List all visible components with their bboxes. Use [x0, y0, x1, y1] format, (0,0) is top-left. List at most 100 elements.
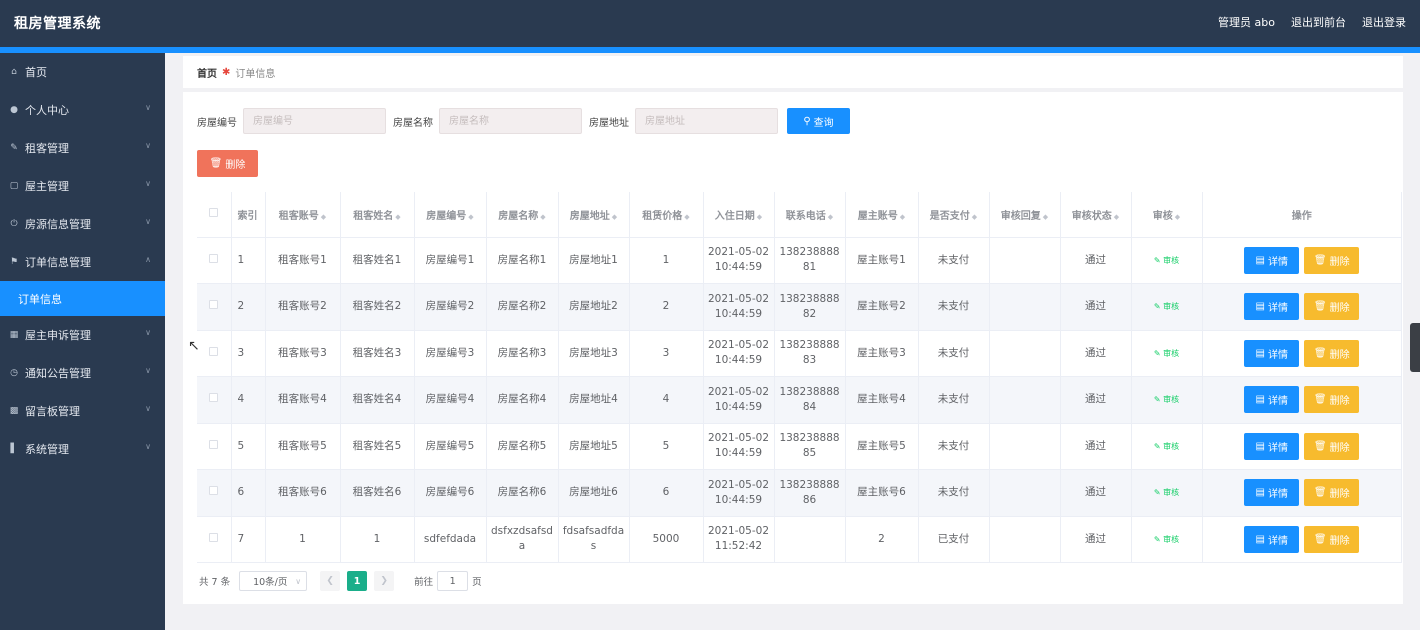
- table-row: 3 租客账号3 租客姓名3 房屋编号3 房屋名称3 房屋地址3 3 2021-05-02 10…: [197, 330, 1402, 377]
- next-page-button[interactable]: ❯: [374, 571, 395, 591]
- delete-button[interactable]: 🗑 删除: [1304, 386, 1360, 414]
- sort-icon[interactable]: ◆: [757, 213, 762, 221]
- sort-icon[interactable]: ◆: [972, 213, 977, 221]
- col-header-paid[interactable]: 是否支付 ◆: [918, 192, 990, 238]
- cell-rent-price: 5: [629, 423, 704, 470]
- detail-button[interactable]: ▤ 详情: [1244, 246, 1300, 274]
- cell-row-index: 6: [231, 469, 266, 517]
- row-checkbox[interactable]: [209, 300, 219, 310]
- row-checkbox-cell: [197, 330, 232, 377]
- batch-delete-button[interactable]: 🗑 删除: [197, 150, 258, 177]
- delete-button[interactable]: 🗑 删除: [1304, 525, 1360, 553]
- sidebar-item-tenants[interactable]: ✎ 租客管理 ∨: [0, 129, 165, 167]
- row-checkbox[interactable]: [209, 532, 219, 542]
- house-address-input[interactable]: [635, 108, 778, 134]
- sort-icon[interactable]: ◆: [1043, 213, 1048, 221]
- delete-button[interactable]: 🗑 删除: [1304, 432, 1360, 460]
- sort-icon[interactable]: ◆: [612, 213, 617, 221]
- exit-to-front-link[interactable]: 退出到前台: [1291, 14, 1346, 30]
- audit-link[interactable]: ✎ 审核: [1154, 535, 1179, 544]
- sidebar-item-listings[interactable]: ⏻ 房源信息管理 ∨: [0, 205, 165, 243]
- detail-button[interactable]: ▤ 详情: [1244, 479, 1300, 507]
- sidebar-item-home[interactable]: ⌂ 首页: [0, 53, 165, 91]
- detail-button[interactable]: ▤ 详情: [1244, 386, 1300, 414]
- sort-icon[interactable]: ◆: [321, 213, 326, 221]
- col-header-house-name[interactable]: 房屋名称 ◆: [486, 192, 559, 238]
- row-checkbox[interactable]: [209, 346, 219, 356]
- detail-button-label: 详情: [1267, 396, 1288, 408]
- audit-link[interactable]: ✎ 审核: [1154, 302, 1179, 311]
- pen-icon: ✎: [10, 143, 18, 153]
- row-checkbox[interactable]: [209, 393, 219, 403]
- cell-audit-status: 通过: [1060, 283, 1132, 331]
- sort-icon[interactable]: ◆: [900, 213, 905, 221]
- detail-button[interactable]: ▤ 详情: [1244, 432, 1300, 460]
- row-checkbox[interactable]: [209, 253, 219, 263]
- audit-link[interactable]: ✎ 审核: [1154, 442, 1179, 451]
- table-row: 1 租客账号1 租客姓名1 房屋编号1 房屋名称1 房屋地址1 1 2021-05-02 10…: [197, 237, 1402, 284]
- cell-row-index: 7: [231, 516, 266, 563]
- cell-phone: 13823888886: [774, 469, 846, 517]
- cell-paid-status: 未支付: [918, 330, 990, 377]
- detail-button[interactable]: ▤ 详情: [1244, 339, 1300, 367]
- house-no-input[interactable]: [243, 108, 386, 134]
- sort-icon[interactable]: ◆: [395, 213, 400, 221]
- col-header-house-address[interactable]: 房屋地址 ◆: [558, 192, 630, 238]
- house-name-input[interactable]: [439, 108, 582, 134]
- sort-icon[interactable]: ◆: [540, 213, 545, 221]
- col-header-tenant-account[interactable]: 租客账号 ◆: [265, 192, 341, 238]
- sidebar-item-appeals[interactable]: ▦ 屋主申诉管理 ∨: [0, 316, 165, 354]
- row-checkbox[interactable]: [209, 439, 219, 449]
- col-header-phone[interactable]: 联系电话 ◆: [774, 192, 846, 238]
- page-size-select[interactable]: 10条/页 ∨: [239, 571, 308, 591]
- actions-cell: ▤ 详情 🗑 删除: [1202, 283, 1402, 331]
- sidebar-item-messages[interactable]: ▩ 留言板管理 ∨: [0, 392, 165, 430]
- audit-cell: ✎ 审核: [1131, 423, 1203, 470]
- table-row: 7 1 1 sdfefdada dsfxzdsafsda fdsafsadfdas 5000…: [197, 516, 1402, 563]
- sidebar-item-system[interactable]: ▌ 系统管理 ∨: [0, 430, 165, 468]
- cell-audit-status: 通过: [1060, 469, 1132, 517]
- sidebar-item-orders[interactable]: ⚑ 订单信息管理 ∧: [0, 243, 165, 281]
- query-button[interactable]: ⚲ 查询: [787, 108, 850, 134]
- delete-button[interactable]: 🗑 删除: [1304, 246, 1360, 274]
- col-header-audit-reply[interactable]: 审核回复 ◆: [989, 192, 1061, 238]
- sort-icon[interactable]: ◆: [468, 213, 473, 221]
- delete-button[interactable]: 🗑 删除: [1304, 479, 1360, 507]
- delete-button[interactable]: 🗑 删除: [1304, 293, 1360, 321]
- sort-icon[interactable]: ◆: [684, 213, 689, 221]
- audit-link[interactable]: ✎ 审核: [1154, 488, 1179, 497]
- sort-icon[interactable]: ◆: [1114, 213, 1119, 221]
- col-header-audit[interactable]: 审核 ◆: [1131, 192, 1203, 238]
- chevron-up-icon: ∧: [145, 255, 151, 264]
- actions-cell: ▤ 详情 🗑 删除: [1202, 516, 1402, 563]
- sidebar-subitem-order-info[interactable]: 订单信息: [0, 281, 165, 316]
- chevron-down-icon: ∨: [145, 103, 151, 112]
- col-header-rent-price[interactable]: 租赁价格 ◆: [629, 192, 704, 238]
- logout-link[interactable]: 退出登录: [1362, 14, 1406, 30]
- sidebar-item-notices[interactable]: ◷ 通知公告管理 ∨: [0, 354, 165, 392]
- audit-link[interactable]: ✎ 审核: [1154, 395, 1179, 404]
- sidebar-item-profile[interactable]: ● 个人中心 ∨: [0, 91, 165, 129]
- col-header-audit-status[interactable]: 审核状态 ◆: [1060, 192, 1132, 238]
- detail-button[interactable]: ▤ 详情: [1244, 525, 1300, 553]
- audit-link[interactable]: ✎ 审核: [1154, 349, 1179, 358]
- audit-cell: ✎ 审核: [1131, 376, 1203, 424]
- breadcrumb-home[interactable]: 首页: [197, 65, 217, 80]
- page-number-current[interactable]: 1: [347, 571, 368, 591]
- col-header-label: 租客账号: [278, 210, 319, 222]
- select-all-checkbox[interactable]: [209, 208, 219, 218]
- sort-icon[interactable]: ◆: [1175, 213, 1180, 221]
- side-scroll-handle[interactable]: [1410, 323, 1420, 372]
- col-header-tenant-name[interactable]: 租客姓名 ◆: [340, 192, 415, 238]
- detail-button[interactable]: ▤ 详情: [1244, 293, 1300, 321]
- sort-icon[interactable]: ◆: [828, 213, 833, 221]
- col-header-owner-account[interactable]: 屋主账号 ◆: [845, 192, 919, 238]
- prev-page-button[interactable]: ❮: [320, 571, 341, 591]
- delete-button[interactable]: 🗑 删除: [1304, 339, 1360, 367]
- row-checkbox[interactable]: [209, 486, 219, 496]
- audit-link[interactable]: ✎ 审核: [1154, 256, 1179, 265]
- col-header-house-no[interactable]: 房屋编号 ◆: [414, 192, 487, 238]
- col-header-checkin-date[interactable]: 入住日期 ◆: [703, 192, 775, 238]
- sidebar-item-owners[interactable]: ▢ 屋主管理 ∨: [0, 167, 165, 205]
- goto-page-input[interactable]: 1: [437, 571, 469, 591]
